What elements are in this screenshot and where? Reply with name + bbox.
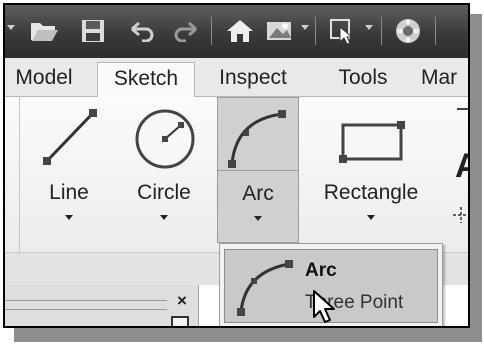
select-icon[interactable] — [325, 15, 359, 47]
arc-dropdown-icon[interactable] — [254, 216, 262, 221]
text-icon — [443, 105, 468, 150]
tab-tools[interactable]: Tools — [323, 62, 403, 96]
toolbar-separator — [315, 17, 316, 45]
circle-label: Circle — [137, 181, 191, 204]
home-icon[interactable] — [223, 15, 257, 47]
line-icon — [29, 105, 109, 174]
rectangle-label: Rectangle — [323, 181, 419, 204]
text-tool[interactable]: A — [443, 97, 468, 252]
rectangle-icon — [309, 105, 433, 174]
three-point-arc-icon — [233, 258, 299, 323]
sketch-ribbon-panel: Line Circle Arc Rectangle — [5, 97, 468, 252]
undo-icon[interactable] — [125, 15, 159, 47]
ribbon-tab-bar: Model Sketch Inspect Tools Mar — [5, 58, 468, 97]
mouse-pointer-icon — [312, 289, 338, 330]
save-icon[interactable] — [77, 15, 109, 47]
palette-grip[interactable] — [5, 300, 167, 310]
rectangle-dropdown-icon[interactable] — [367, 215, 375, 220]
tab-model[interactable]: Model — [5, 62, 87, 96]
panel-divider — [19, 97, 20, 252]
toolbar-separator — [211, 17, 212, 45]
quick-access-toolbar — [5, 5, 468, 58]
select-dropdown-icon[interactable] — [365, 25, 373, 30]
toolbar-separator — [381, 17, 382, 45]
line-tool[interactable]: Line — [29, 97, 109, 252]
tab-inspect[interactable]: Inspect — [203, 62, 303, 96]
redo-icon[interactable] — [169, 15, 203, 47]
arc-label: Arc — [242, 182, 274, 205]
toolbar-separator — [435, 17, 436, 45]
point-icon — [453, 207, 468, 223]
browser-palette-header: × — [5, 285, 199, 326]
palette-menu-button[interactable] — [171, 316, 189, 326]
circle-dropdown-icon[interactable] — [160, 215, 168, 220]
menu-item-title: Arc — [305, 260, 337, 281]
open-icon[interactable] — [27, 15, 61, 47]
line-dropdown-icon[interactable] — [65, 215, 73, 220]
appearance-icon[interactable] — [263, 15, 297, 47]
arc-tool[interactable]: Arc — [217, 97, 299, 243]
tab-sketch[interactable]: Sketch — [97, 62, 195, 97]
line-label: Line — [49, 181, 89, 204]
qat-dropdown-icon[interactable] — [7, 25, 15, 30]
rectangle-tool[interactable]: Rectangle — [309, 97, 433, 252]
text-tool-letter: A — [455, 147, 468, 186]
circle-icon — [119, 105, 209, 174]
application-window: Model Sketch Inspect Tools Mar Line Circ… — [3, 3, 470, 328]
split-button-divider — [218, 170, 298, 171]
palette-close-button[interactable]: × — [177, 291, 187, 311]
circle-tool[interactable]: Circle — [119, 97, 209, 252]
tab-manage[interactable]: Mar — [421, 62, 468, 96]
arc-icon — [218, 106, 298, 175]
appearance-dropdown-icon[interactable] — [301, 25, 309, 30]
materials-icon[interactable] — [391, 15, 425, 47]
